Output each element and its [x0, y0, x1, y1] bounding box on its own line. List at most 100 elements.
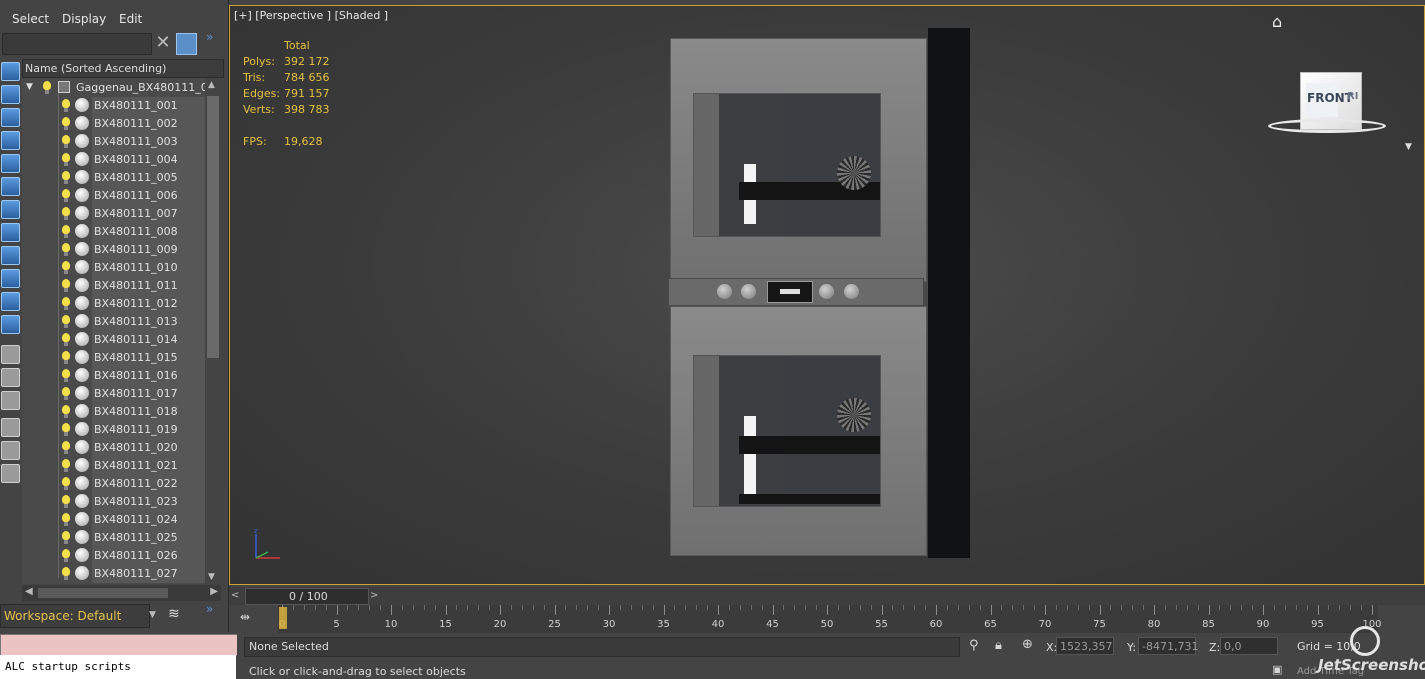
- previous-frame-icon[interactable]: <: [231, 590, 243, 602]
- visibility-bulb-icon[interactable]: [62, 153, 70, 166]
- hscrollbar-thumb[interactable]: [38, 588, 168, 598]
- maxscript-listener-output[interactable]: ALC startup scripts: [0, 655, 236, 679]
- visibility-bulb-icon[interactable]: [62, 261, 70, 274]
- display-lights-icon[interactable]: [1, 108, 20, 127]
- display-helpers-icon[interactable]: [1, 154, 20, 173]
- maxscript-listener-input[interactable]: [0, 634, 238, 656]
- z-coordinate-field[interactable]: 0,0: [1220, 637, 1278, 655]
- visibility-bulb-icon[interactable]: [62, 135, 70, 148]
- table-row[interactable]: BX480111_002: [22, 115, 205, 133]
- x-coordinate-field[interactable]: 1523,357: [1056, 637, 1114, 655]
- y-coordinate-field[interactable]: -8471,731: [1138, 637, 1198, 655]
- perspective-viewport[interactable]: [+] [Perspective ] [Shaded ] Total Polys…: [229, 5, 1425, 585]
- workspace-selector[interactable]: Workspace: Default: [0, 604, 150, 628]
- visibility-bulb-icon[interactable]: [62, 477, 70, 490]
- table-row[interactable]: BX480111_021: [22, 457, 205, 475]
- display-shapes-icon[interactable]: [1, 85, 20, 104]
- table-row[interactable]: BX480111_023: [22, 493, 205, 511]
- table-row[interactable]: BX480111_019: [22, 421, 205, 439]
- collapse-arrow-icon[interactable]: ▼: [26, 82, 33, 92]
- display-xrefs-icon[interactable]: [1, 223, 20, 242]
- visibility-bulb-icon[interactable]: [62, 225, 70, 238]
- visibility-bulb-icon[interactable]: [62, 297, 70, 310]
- display-spacewarps-icon[interactable]: [1, 177, 20, 196]
- visibility-bulb-icon[interactable]: [62, 333, 70, 346]
- visibility-bulb-icon[interactable]: [62, 423, 70, 436]
- table-row[interactable]: BX480111_006: [22, 187, 205, 205]
- filter-toggle-button[interactable]: [176, 33, 197, 55]
- table-row[interactable]: BX480111_007: [22, 205, 205, 223]
- visibility-bulb-icon[interactable]: [62, 513, 70, 526]
- visibility-bulb-icon[interactable]: [62, 405, 70, 418]
- knob-icon[interactable]: [844, 284, 859, 299]
- visibility-bulb-icon[interactable]: [62, 495, 70, 508]
- table-row[interactable]: BX480111_026: [22, 547, 205, 565]
- visibility-bulb-icon[interactable]: [62, 243, 70, 256]
- table-row[interactable]: BX480111_024: [22, 511, 205, 529]
- visibility-bulb-icon[interactable]: [62, 369, 70, 382]
- tree-vertical-scrollbar[interactable]: ▲ ▼: [205, 78, 221, 584]
- visibility-bulb-icon[interactable]: [62, 315, 70, 328]
- display-cameras-icon[interactable]: [1, 131, 20, 150]
- table-row[interactable]: BX480111_011: [22, 277, 205, 295]
- lock-icon[interactable]: 🔒︎: [995, 638, 1002, 653]
- knob-icon[interactable]: [819, 284, 834, 299]
- visibility-bulb-icon[interactable]: [62, 279, 70, 292]
- table-row[interactable]: BX480111_013: [22, 313, 205, 331]
- visibility-bulb-icon[interactable]: [62, 99, 70, 112]
- time-cursor[interactable]: [279, 607, 287, 629]
- display-geometry-icon[interactable]: [1, 62, 20, 81]
- table-row[interactable]: BX480111_018: [22, 403, 205, 421]
- home-icon[interactable]: ⌂: [1272, 12, 1282, 31]
- table-row[interactable]: BX480111_027: [22, 565, 205, 583]
- table-row[interactable]: BX480111_003: [22, 133, 205, 151]
- table-row[interactable]: BX480111_008: [22, 223, 205, 241]
- column-header-name[interactable]: Name (Sorted Ascending): [22, 59, 224, 78]
- layers-icon[interactable]: ≋: [168, 606, 184, 622]
- visibility-bulb-icon[interactable]: [62, 549, 70, 562]
- time-slider[interactable]: 0 / 100: [245, 588, 369, 605]
- knob-icon[interactable]: [717, 284, 732, 299]
- table-row[interactable]: BX480111_017: [22, 385, 205, 403]
- display-none-icon[interactable]: [1, 368, 20, 387]
- filter-settings-icon[interactable]: [1, 441, 20, 460]
- display-frozen-icon[interactable]: [1, 292, 20, 311]
- visibility-bulb-icon[interactable]: [43, 81, 51, 94]
- table-row[interactable]: BX480111_025: [22, 529, 205, 547]
- track-bar[interactable]: 0510152025303540455055606570758085909510…: [278, 605, 1382, 633]
- visibility-bulb-icon[interactable]: [62, 387, 70, 400]
- menu-select[interactable]: Select: [12, 12, 49, 26]
- filter-funnel-icon[interactable]: [1, 418, 20, 437]
- search-input[interactable]: [2, 33, 152, 55]
- table-row[interactable]: BX480111_010: [22, 259, 205, 277]
- table-row[interactable]: BX480111_016: [22, 367, 205, 385]
- display-all-icon[interactable]: [1, 345, 20, 364]
- collapse-icon[interactable]: [1, 464, 20, 483]
- table-row[interactable]: BX480111_005: [22, 169, 205, 187]
- table-row[interactable]: BX480111_012: [22, 295, 205, 313]
- isolate-selection-icon[interactable]: ⚲: [969, 638, 979, 653]
- tree-horizontal-scrollbar[interactable]: ◀ ▶: [22, 585, 221, 601]
- table-row[interactable]: BX480111_004: [22, 151, 205, 169]
- viewport-label[interactable]: [+] [Perspective ] [Shaded ]: [234, 9, 388, 22]
- expand-explorer-icon[interactable]: »: [206, 602, 213, 616]
- clear-search-icon[interactable]: ✕: [155, 33, 171, 53]
- expand-toolbar-icon[interactable]: »: [206, 30, 213, 44]
- display-containers-icon[interactable]: [1, 269, 20, 288]
- invert-display-icon[interactable]: [1, 391, 20, 410]
- visibility-bulb-icon[interactable]: [62, 459, 70, 472]
- absolute-transform-icon[interactable]: ⊕: [1022, 637, 1033, 652]
- table-row[interactable]: BX480111_022: [22, 475, 205, 493]
- viewcube-menu-icon[interactable]: ▼: [1405, 142, 1412, 152]
- table-row[interactable]: BX480111_020: [22, 439, 205, 457]
- visibility-bulb-icon[interactable]: [62, 189, 70, 202]
- table-row[interactable]: BX480111_001: [22, 97, 205, 115]
- viewcube-right-label[interactable]: RI: [1347, 91, 1358, 102]
- scrollbar-thumb[interactable]: [207, 96, 219, 358]
- display-bones-icon[interactable]: [1, 246, 20, 265]
- table-row[interactable]: BX480111_009: [22, 241, 205, 259]
- visibility-bulb-icon[interactable]: [62, 207, 70, 220]
- table-row[interactable]: BX480111_014: [22, 331, 205, 349]
- oven-model[interactable]: [668, 38, 928, 566]
- table-row[interactable]: BX480111_015: [22, 349, 205, 367]
